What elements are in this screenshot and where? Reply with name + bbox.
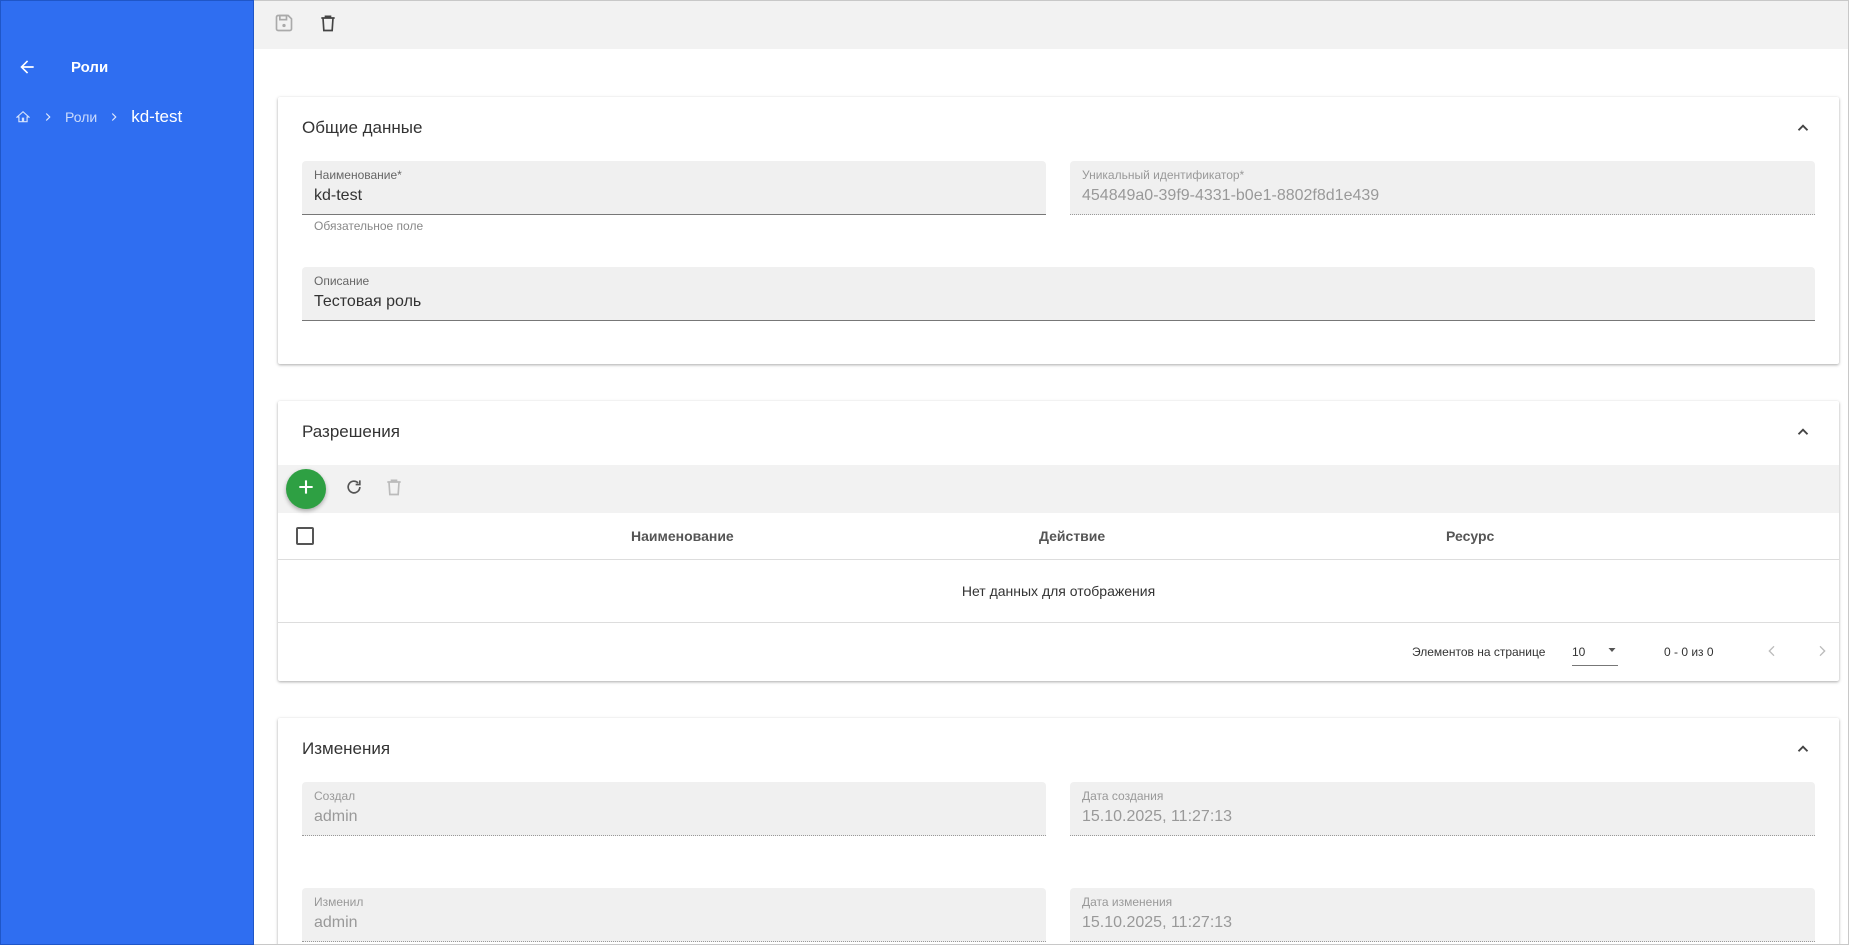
permissions-card: Разрешения Наименование Действие Ресурс … — [278, 401, 1839, 681]
field-label: Дата создания — [1082, 789, 1164, 803]
chevron-up-icon[interactable] — [1791, 420, 1815, 444]
permissions-header[interactable]: Разрешения — [278, 401, 1839, 463]
card-title: Разрешения — [302, 422, 400, 441]
refresh-button[interactable] — [338, 473, 370, 505]
required-hint: Обязательное поле — [314, 219, 424, 233]
dropdown-arrow-icon — [1606, 644, 1618, 659]
uid-field: Уникальный идентификатор* 454849a0-39f9-… — [1070, 161, 1815, 215]
save-icon — [274, 13, 294, 38]
sidebar: Роли Роли kd-test — [0, 0, 254, 945]
empty-table-message: Нет данных для отображения — [278, 560, 1839, 623]
delete-selected-button[interactable] — [378, 473, 410, 505]
delete-icon — [318, 13, 338, 38]
created-by-value: admin — [314, 808, 358, 825]
table-header: Наименование Действие Ресурс — [278, 513, 1839, 560]
field-label: Уникальный идентификатор* — [1082, 168, 1245, 182]
home-icon[interactable] — [15, 109, 31, 125]
modified-by-value: admin — [314, 914, 358, 931]
column-header-name[interactable]: Наименование — [631, 528, 734, 544]
chevron-up-icon[interactable] — [1791, 116, 1815, 140]
sidebar-title: Роли — [71, 58, 109, 76]
add-permission-button[interactable] — [286, 469, 326, 509]
chevron-left-icon — [1764, 643, 1780, 662]
plus-icon — [296, 477, 316, 502]
general-data-header[interactable]: Общие данные — [278, 97, 1839, 159]
modified-at-field: Дата изменения 15.10.2025, 11:27:13 — [1070, 888, 1815, 942]
chevron-up-icon[interactable] — [1791, 737, 1815, 761]
field-label: Наименование* — [314, 168, 402, 182]
card-title: Общие данные — [302, 118, 423, 137]
column-header-resource[interactable]: Ресурс — [1446, 528, 1494, 544]
general-data-card: Общие данные Наименование* kd-test Обяза… — [278, 97, 1839, 364]
arrow-back-icon[interactable] — [15, 55, 39, 79]
name-field[interactable]: Наименование* kd-test — [302, 161, 1046, 215]
description-input[interactable]: Тестовая роль — [314, 293, 1803, 311]
delete-icon — [384, 477, 404, 502]
field-label: Изменил — [314, 895, 364, 909]
name-input[interactable]: kd-test — [314, 187, 1034, 205]
changes-header[interactable]: Изменения — [278, 718, 1839, 780]
page-size-value: 10 — [1572, 644, 1586, 659]
sidebar-header: Роли — [15, 55, 108, 79]
created-at-value: 15.10.2025, 11:27:13 — [1082, 808, 1233, 825]
description-field[interactable]: Описание Тестовая роль — [302, 267, 1815, 321]
page-range-label: 0 - 0 из 0 — [1664, 645, 1714, 659]
table-toolbar — [278, 465, 1839, 513]
next-page-button[interactable] — [1808, 638, 1836, 666]
modified-at-value: 15.10.2025, 11:27:13 — [1082, 914, 1233, 931]
previous-page-button[interactable] — [1758, 638, 1786, 666]
chevron-right-icon — [105, 108, 123, 126]
chevron-right-icon — [39, 108, 57, 126]
breadcrumb-link-roles[interactable]: Роли — [65, 109, 97, 125]
top-toolbar — [254, 1, 1848, 49]
refresh-icon — [344, 477, 364, 502]
card-title: Изменения — [302, 739, 391, 758]
created-by-field: Создал admin — [302, 782, 1046, 836]
page-size-select[interactable]: 10 — [1572, 638, 1618, 666]
breadcrumb: Роли kd-test — [15, 107, 182, 127]
field-label: Описание — [314, 274, 370, 288]
modified-by-field: Изменил admin — [302, 888, 1046, 942]
field-label: Дата изменения — [1082, 895, 1173, 909]
field-label: Создал — [314, 789, 356, 803]
created-at-field: Дата создания 15.10.2025, 11:27:13 — [1070, 782, 1815, 836]
uid-input: 454849a0-39f9-4331-b0e1-8802f8d1e439 — [1082, 187, 1380, 204]
changes-card: Изменения Создал admin Дата создания 15.… — [278, 718, 1839, 944]
select-all-checkbox[interactable] — [296, 527, 314, 545]
chevron-right-icon — [1814, 643, 1830, 662]
main-content: Общие данные Наименование* kd-test Обяза… — [254, 0, 1849, 945]
breadcrumb-current: kd-test — [131, 107, 183, 126]
save-button[interactable] — [268, 9, 300, 41]
items-per-page-label: Элементов на странице — [1412, 645, 1546, 659]
column-header-action[interactable]: Действие — [1039, 528, 1105, 544]
delete-button[interactable] — [312, 9, 344, 41]
paginator: Элементов на странице 10 0 - 0 из 0 — [278, 623, 1839, 681]
